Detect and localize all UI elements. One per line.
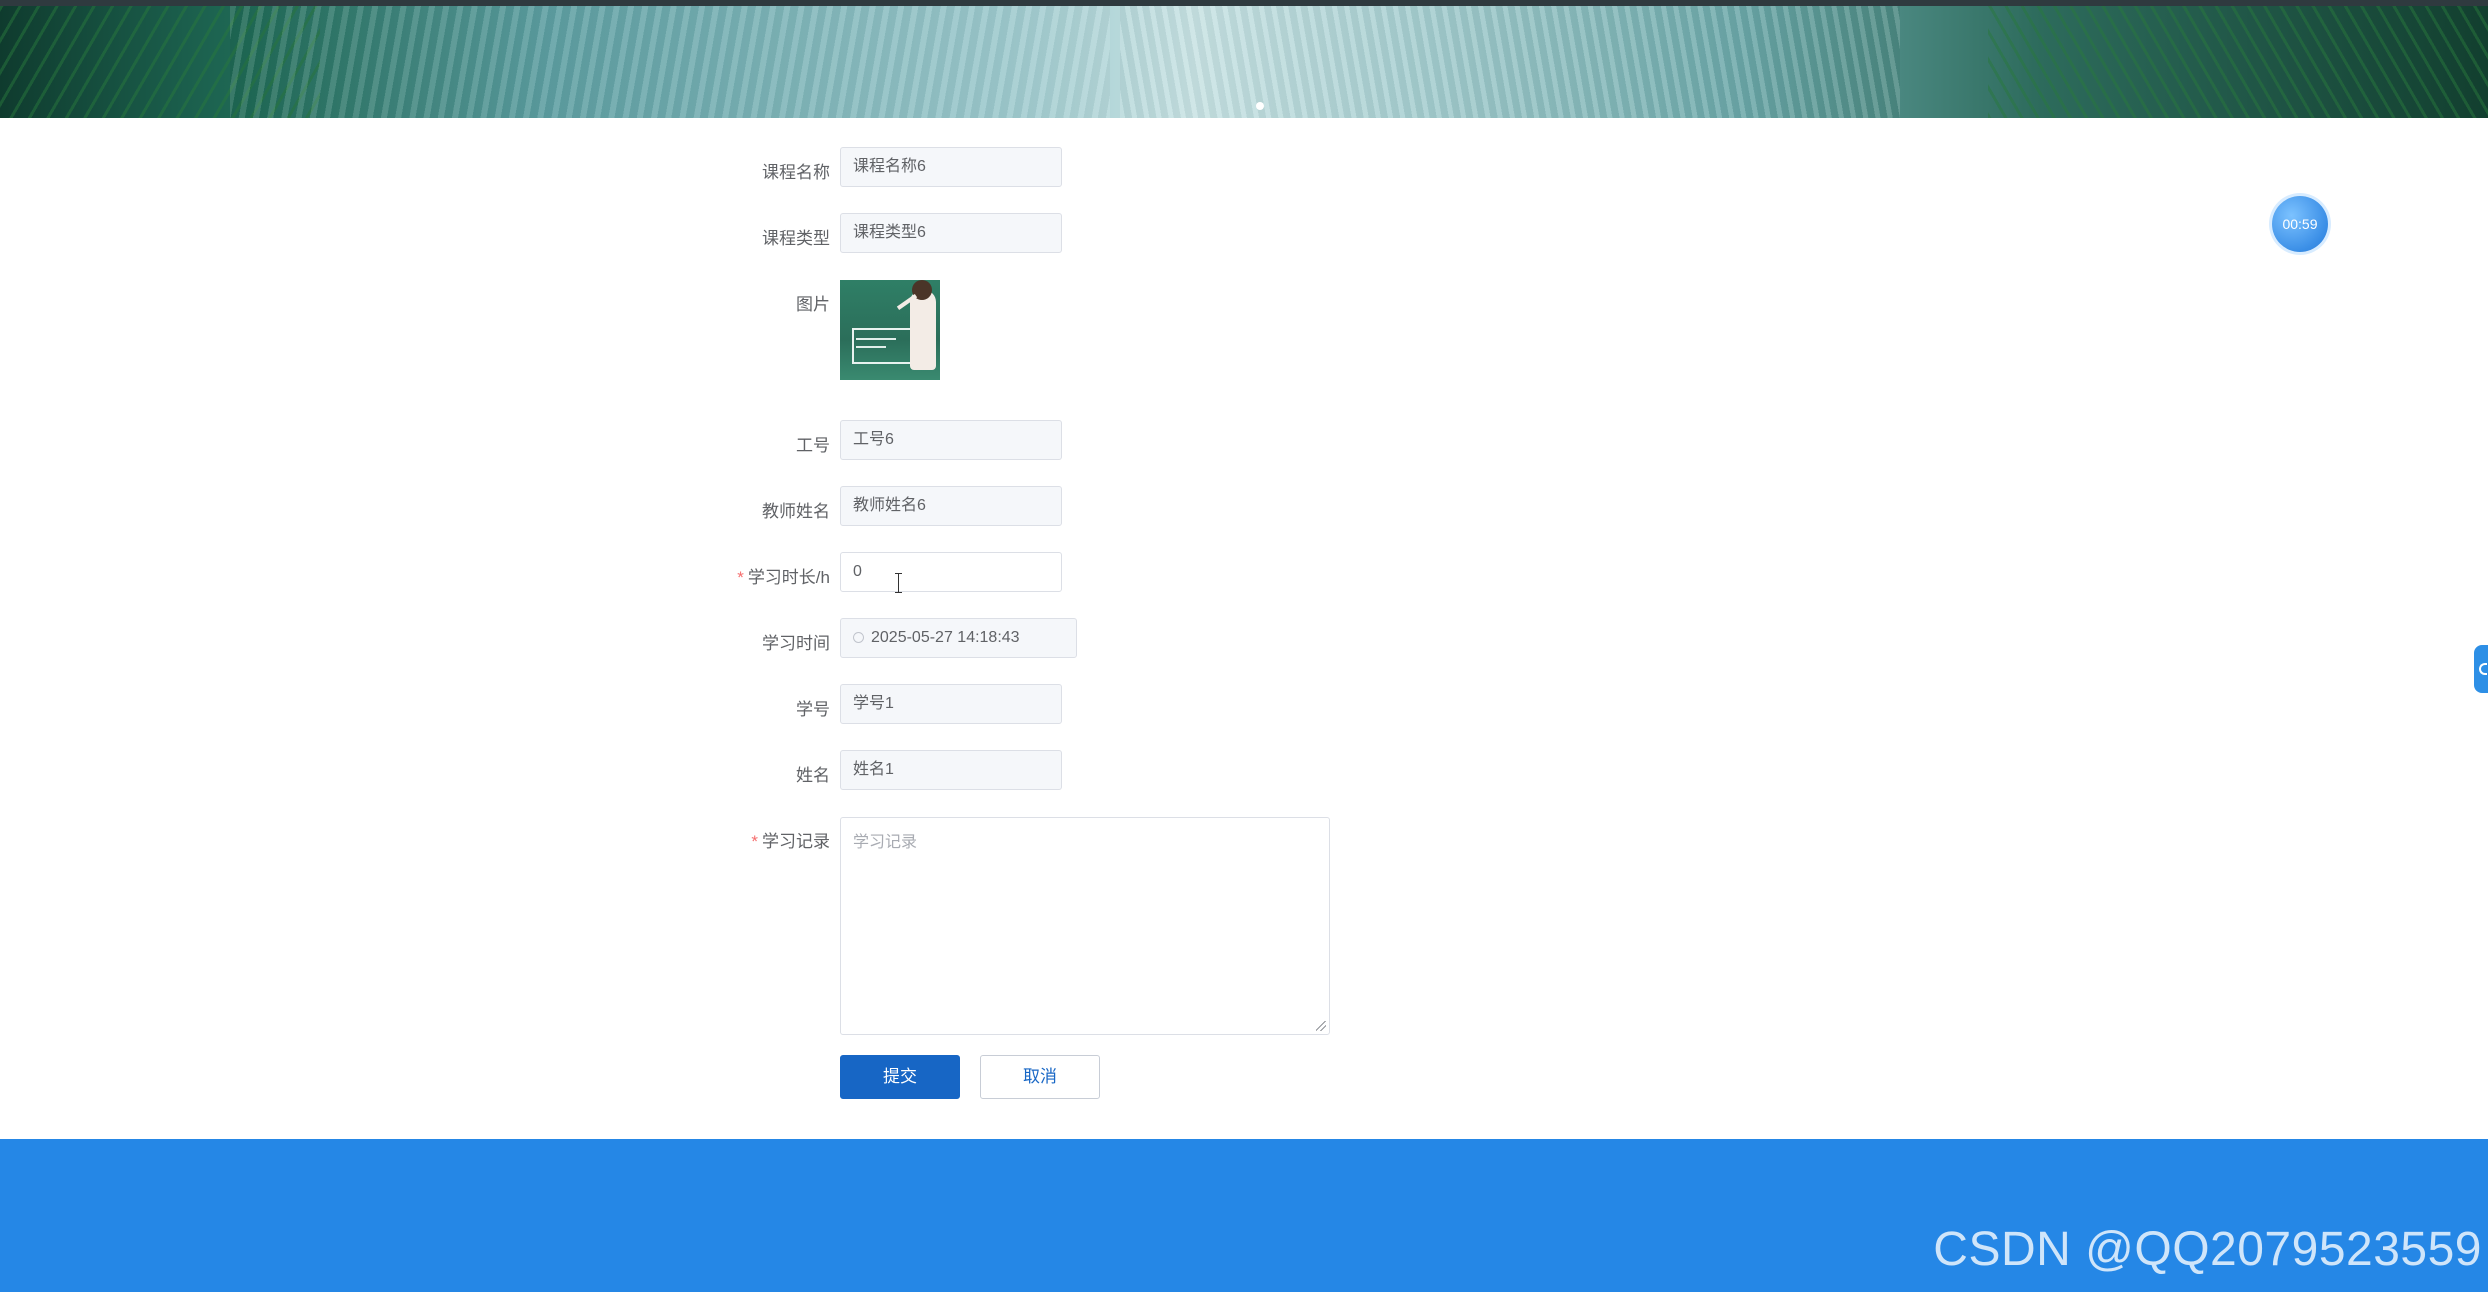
study-time-picker[interactable]: 2025-05-27 14:18:43 xyxy=(840,618,1077,658)
course-type-field[interactable]: 课程类型6 xyxy=(840,213,1062,253)
clock-icon xyxy=(853,632,864,643)
text-cursor-icon xyxy=(893,573,905,593)
study-record-textarea[interactable]: 学习记录 xyxy=(840,817,1330,1035)
resize-handle-icon[interactable] xyxy=(1316,1021,1326,1031)
student-name-field[interactable]: 姓名1 xyxy=(840,750,1062,790)
image-label: 图片 xyxy=(796,295,830,314)
course-image[interactable] xyxy=(840,280,940,380)
job-number-label: 工号 xyxy=(796,436,830,455)
timer-badge[interactable]: 00:59 xyxy=(2272,196,2328,252)
student-name-label: 姓名 xyxy=(796,766,830,785)
study-time-value: 2025-05-27 14:18:43 xyxy=(871,629,1020,646)
required-mark: * xyxy=(737,568,744,587)
course-type-label: 课程类型 xyxy=(762,229,830,248)
image-teacher xyxy=(910,290,936,370)
study-record-placeholder: 学习记录 xyxy=(853,834,918,851)
cancel-button[interactable]: 取消 xyxy=(980,1055,1100,1099)
submit-button[interactable]: 提交 xyxy=(840,1055,960,1099)
student-id-field[interactable]: 学号1 xyxy=(840,684,1062,724)
study-record-label: * 学习记录 xyxy=(0,827,830,852)
study-hours-label-text: 学习时长/h xyxy=(747,568,830,587)
student-id-label: 学号 xyxy=(796,700,830,719)
side-float-tab[interactable] xyxy=(2474,645,2488,693)
image-chalk-line xyxy=(856,338,896,340)
course-name-label: 课程名称 xyxy=(762,163,830,182)
study-record-label-text: 学习记录 xyxy=(762,832,830,851)
banner-grass-right xyxy=(1988,6,2488,118)
study-time-label: 学习时间 xyxy=(762,634,830,653)
watermark-text: CSDN @QQ2079523559 xyxy=(1933,1223,2482,1276)
teacher-name-label: 教师姓名 xyxy=(762,502,830,521)
job-number-field[interactable]: 工号6 xyxy=(840,420,1062,460)
required-mark: * xyxy=(751,832,758,851)
banner-book-right-pages xyxy=(1120,6,1900,118)
study-hours-input[interactable]: 0 xyxy=(840,552,1062,592)
banner-image xyxy=(0,6,2488,118)
course-name-field[interactable]: 课程名称6 xyxy=(840,147,1062,187)
image-chalk-line xyxy=(856,346,886,348)
study-hours-label: * 学习时长/h xyxy=(0,563,830,588)
teacher-name-field[interactable]: 教师姓名6 xyxy=(840,486,1062,526)
carousel-indicator[interactable] xyxy=(1256,102,1264,110)
side-tab-icon xyxy=(2479,663,2487,675)
banner-book-left-pages xyxy=(230,6,1110,118)
